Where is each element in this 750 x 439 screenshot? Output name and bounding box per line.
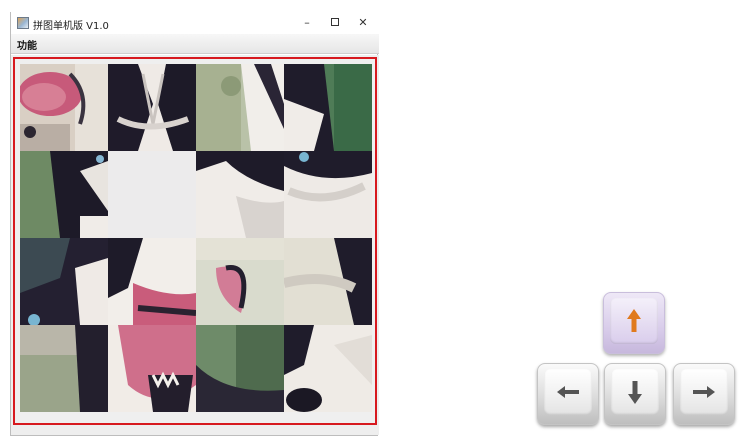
minimize-button[interactable]: – (293, 13, 321, 33)
key-face (680, 369, 728, 415)
puzzle-tile[interactable] (108, 238, 196, 325)
window-title: 拼图单机版 V1.0 (33, 21, 109, 32)
arrow-left-button[interactable] (537, 363, 599, 425)
puzzle-grid (20, 64, 372, 412)
tile-image (196, 151, 284, 238)
key-face (610, 298, 658, 344)
puzzle-tile[interactable] (108, 325, 196, 412)
key-face (611, 369, 659, 415)
tile-image (196, 325, 284, 412)
tile-image (196, 64, 284, 151)
arrow-down-icon (628, 381, 642, 404)
tile-image (108, 64, 196, 151)
arrow-up-icon (627, 309, 641, 332)
tile-image (20, 325, 108, 412)
menu-function[interactable]: 功能 (17, 37, 37, 52)
puzzle-tile[interactable] (196, 238, 284, 325)
puzzle-tile[interactable] (284, 64, 372, 151)
tile-image (284, 151, 372, 238)
tile-image (196, 238, 284, 325)
puzzle-tile[interactable] (20, 238, 108, 325)
app-icon (17, 17, 29, 29)
content-area (11, 55, 379, 435)
tile-image (20, 238, 108, 325)
tile-image (284, 325, 372, 412)
tile-image (284, 64, 372, 151)
puzzle-tile[interactable] (284, 325, 372, 412)
arrow-down-button[interactable] (604, 363, 666, 425)
puzzle-tile[interactable] (20, 325, 108, 412)
title-bar[interactable]: 拼图单机版 V1.0 – ✕ (11, 12, 379, 34)
puzzle-tile[interactable] (108, 64, 196, 151)
arrow-left-icon (557, 386, 579, 398)
puzzle-board (13, 57, 377, 425)
puzzle-tile[interactable] (284, 238, 372, 325)
puzzle-window: 拼图单机版 V1.0 – ✕ 功能 (10, 12, 379, 436)
puzzle-tile[interactable] (196, 64, 284, 151)
tile-image (108, 325, 196, 412)
tile-image (108, 238, 196, 325)
puzzle-tile[interactable] (284, 151, 372, 238)
maximize-icon (331, 18, 339, 26)
arrow-right-button[interactable] (673, 363, 735, 425)
puzzle-blank-tile (108, 151, 196, 238)
tile-image (20, 151, 108, 238)
puzzle-tile[interactable] (20, 151, 108, 238)
tile-image (20, 64, 108, 151)
puzzle-tile[interactable] (196, 325, 284, 412)
arrow-right-icon (693, 386, 715, 398)
close-button[interactable]: ✕ (349, 13, 377, 33)
stage: 拼图单机版 V1.0 – ✕ 功能 (0, 0, 750, 439)
arrow-up-button[interactable] (603, 292, 665, 354)
maximize-button[interactable] (321, 13, 349, 33)
menu-bar: 功能 (11, 34, 379, 54)
puzzle-tile[interactable] (20, 64, 108, 151)
tile-image (284, 238, 372, 325)
key-face (544, 369, 592, 415)
puzzle-tile[interactable] (196, 151, 284, 238)
